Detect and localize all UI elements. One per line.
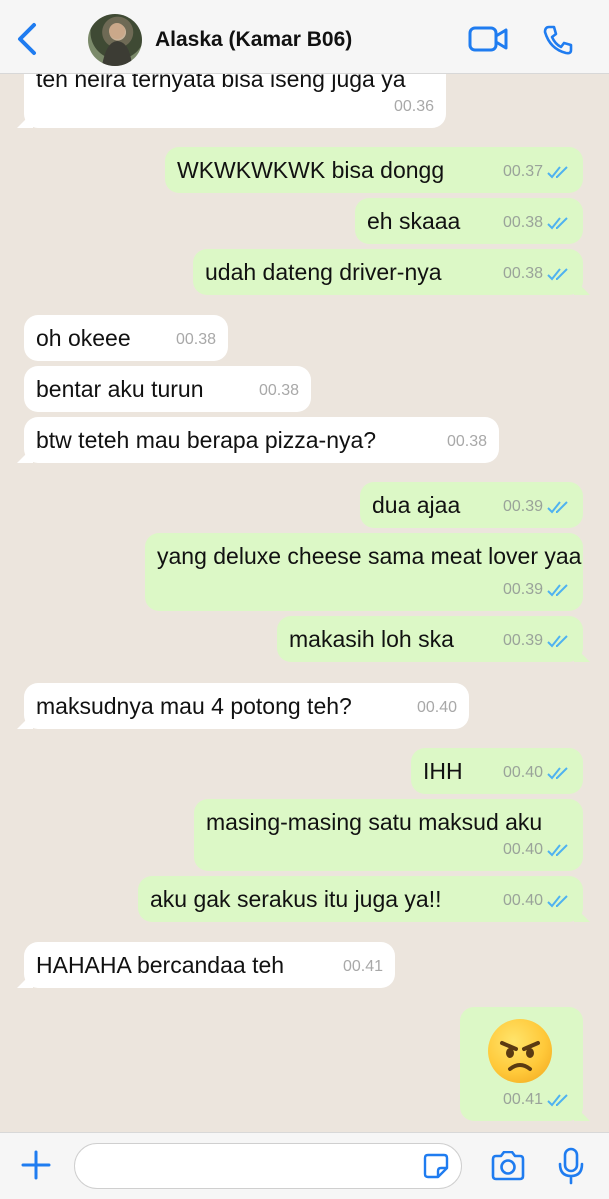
message-outgoing[interactable]: eh skaaa 00.38 [355,198,583,244]
message-incoming[interactable]: bentar aku turun 00.38 [24,366,311,412]
message-meta: 00.41 [503,1084,571,1115]
message-text: HAHAHA bercandaa teh [36,952,285,978]
sticker-icon[interactable] [423,1153,449,1179]
message-time: 00.38 [258,382,299,399]
message-meta: 00.39 [503,574,571,605]
message-text: maksudnya mau 4 potong teh? [36,693,352,719]
read-ticks-icon [547,634,568,647]
message-time: 00.41 [342,958,383,975]
message-outgoing[interactable]: WKWKWKWK bisa dongg 00.37 [165,147,583,193]
message-time: 00.38 [502,214,543,231]
read-ticks-icon [547,267,568,280]
message-outgoing[interactable]: aku gak serakus itu juga ya!! 00.40 [138,876,583,922]
video-call-icon[interactable] [468,26,508,52]
read-ticks-icon [547,894,568,907]
message-time: 00.36 [393,98,434,115]
message-time: 00.38 [175,331,216,348]
avatar[interactable] [88,14,142,66]
plus-icon[interactable] [20,1149,52,1181]
message-text: btw teteh mau berapa pizza-nya? [36,427,377,453]
microphone-icon[interactable] [558,1147,584,1185]
message-time: 00.40 [502,764,543,781]
back-chevron-icon[interactable] [14,22,42,56]
message-incoming[interactable]: HAHAHA bercandaa teh 00.41 [24,942,395,988]
message-meta: 00.36 [394,91,434,122]
message-meta: 00.39 [503,491,571,522]
message-outgoing[interactable]: 00.41 [460,1007,583,1121]
message-meta: 00.38 [503,207,571,238]
message-meta: 00.40 [417,692,457,723]
message-text: yang deluxe cheese sama meat lover yaa [157,543,582,569]
message-time: 00.38 [446,433,487,450]
message-time: 00.40 [416,699,457,716]
message-meta: 00.38 [447,426,487,457]
message-input[interactable] [74,1143,462,1189]
message-meta: 00.38 [176,324,216,355]
message-meta: 00.40 [503,834,571,865]
chat-area[interactable]: teh neira ternyata bisa iseng juga ya 00… [0,0,609,1199]
message-incoming[interactable]: btw teteh mau berapa pizza-nya? 00.38 [24,417,499,463]
read-ticks-icon [547,583,568,596]
camera-icon[interactable] [490,1151,526,1181]
message-time: 00.39 [502,498,543,515]
message-time: 00.40 [502,892,543,909]
read-ticks-icon [547,843,568,856]
read-ticks-icon [547,500,568,513]
message-time: 00.38 [502,265,543,282]
message-meta: 00.38 [503,258,571,289]
read-ticks-icon [547,1093,568,1106]
composer-bar [0,1132,609,1199]
message-meta: 00.40 [503,885,571,916]
message-time: 00.39 [502,581,543,598]
message-meta: 00.40 [503,757,571,788]
message-time: 00.40 [502,841,543,858]
message-incoming[interactable]: oh okeee 00.38 [24,315,228,361]
message-meta: 00.38 [259,375,299,406]
message-meta: 00.39 [503,625,571,656]
message-outgoing[interactable]: dua ajaa 00.39 [360,482,583,528]
message-meta: 00.37 [503,156,571,187]
message-outgoing[interactable]: makasih loh ska 00.39 [277,616,583,662]
angry-face-icon [488,1019,552,1083]
message-outgoing[interactable]: masing-masing satu maksud aku 00.40 [194,799,583,871]
message-outgoing[interactable]: yang deluxe cheese sama meat lover yaa 0… [145,533,583,611]
chat-header: Alaska (Kamar B06) [0,0,609,74]
message-outgoing[interactable]: udah dateng driver-nya 00.38 [193,249,583,295]
read-ticks-icon [547,216,568,229]
read-ticks-icon [547,165,568,178]
message-time: 00.37 [502,163,543,180]
message-time: 00.41 [502,1091,543,1108]
message-time: 00.39 [502,632,543,649]
message-incoming[interactable]: maksudnya mau 4 potong teh? 00.40 [24,683,469,729]
message-meta: 00.41 [343,951,383,982]
phone-icon[interactable] [542,24,574,56]
read-ticks-icon [547,766,568,779]
message-outgoing[interactable]: IHH 00.40 [411,748,583,794]
contact-name[interactable]: Alaska (Kamar B06) [155,28,352,52]
